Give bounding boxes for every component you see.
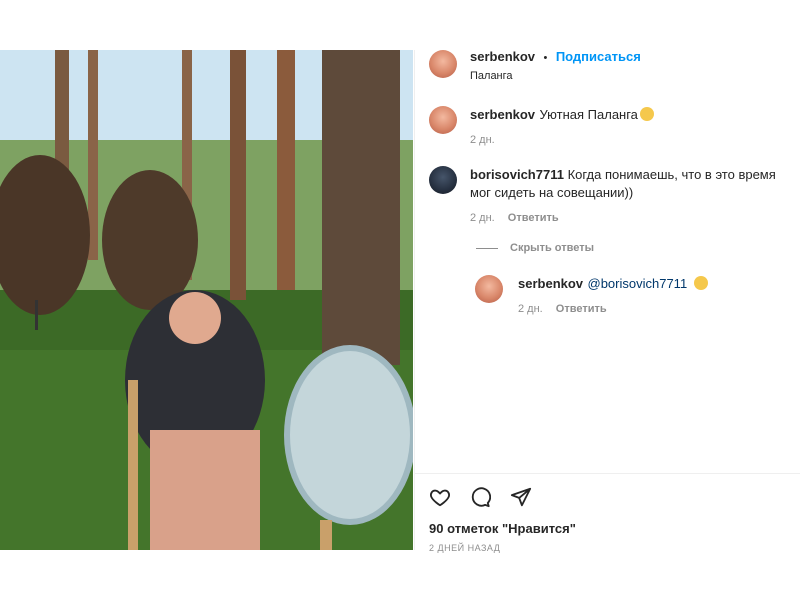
post-side-panel: serbenkov • Подписаться Паланга serbenko… (414, 48, 800, 553)
smile-emoji (639, 107, 654, 121)
comment-button[interactable] (469, 486, 492, 513)
commenter-avatar[interactable] (429, 166, 457, 194)
share-button[interactable] (510, 486, 532, 513)
caption-username[interactable]: serbenkov (470, 107, 535, 122)
caption: serbenkov Уютная Паланга 2 дн. (470, 106, 790, 146)
instagram-post: serbenkov • Подписаться Паланга serbenko… (0, 48, 800, 553)
caption-avatar[interactable] (429, 106, 457, 134)
reply-reply-button[interactable]: Ответить (556, 303, 607, 315)
garden-photo-illustration (0, 50, 413, 550)
reply-username[interactable]: serbenkov (518, 276, 583, 291)
separator-dot: • (543, 52, 548, 64)
follow-button[interactable]: Подписаться (556, 49, 641, 64)
like-button[interactable] (429, 486, 451, 513)
comment-username[interactable]: borisovich7711 (470, 167, 564, 182)
hide-replies-line (476, 247, 498, 249)
post-age[interactable]: 2 ДНЕЙ НАЗАД (429, 543, 500, 553)
action-bar (429, 486, 546, 513)
comment-icon (472, 487, 492, 508)
author-username[interactable]: serbenkov (470, 49, 535, 64)
reply-time: 2 дн. (518, 303, 543, 315)
heart-icon (430, 489, 450, 507)
reply-meta: 2 дн. Ответить (518, 303, 788, 315)
comment-reply-button[interactable]: Ответить (508, 212, 559, 224)
smile-emoji (693, 276, 708, 290)
hide-replies-label: Скрыть ответы (510, 242, 594, 254)
actions-divider (415, 473, 800, 474)
post-header: serbenkov • Подписаться Паланга (470, 48, 641, 83)
reply: serbenkov @borisovich7711 2 дн. Ответить (518, 275, 788, 315)
comment-time: 2 дн. (470, 212, 495, 224)
comment: borisovich7711 Когда понимаешь, что в эт… (470, 166, 785, 224)
comment-meta: 2 дн. Ответить (470, 212, 785, 224)
reply-avatar[interactable] (475, 275, 503, 303)
post-photo[interactable] (0, 50, 413, 550)
caption-text: Уютная Паланга (539, 107, 638, 122)
share-icon (510, 487, 531, 507)
post-location[interactable]: Паланга (470, 69, 641, 83)
author-avatar[interactable] (429, 50, 457, 78)
comment-body: borisovich7711 Когда понимаешь, что в эт… (470, 166, 785, 202)
hide-replies-toggle[interactable]: Скрыть ответы (476, 242, 594, 254)
reply-mention[interactable]: @borisovich7711 (588, 276, 688, 291)
caption-time: 2 дн. (470, 134, 495, 146)
likes-count[interactable]: 90 отметок "Нравится" (429, 521, 576, 536)
